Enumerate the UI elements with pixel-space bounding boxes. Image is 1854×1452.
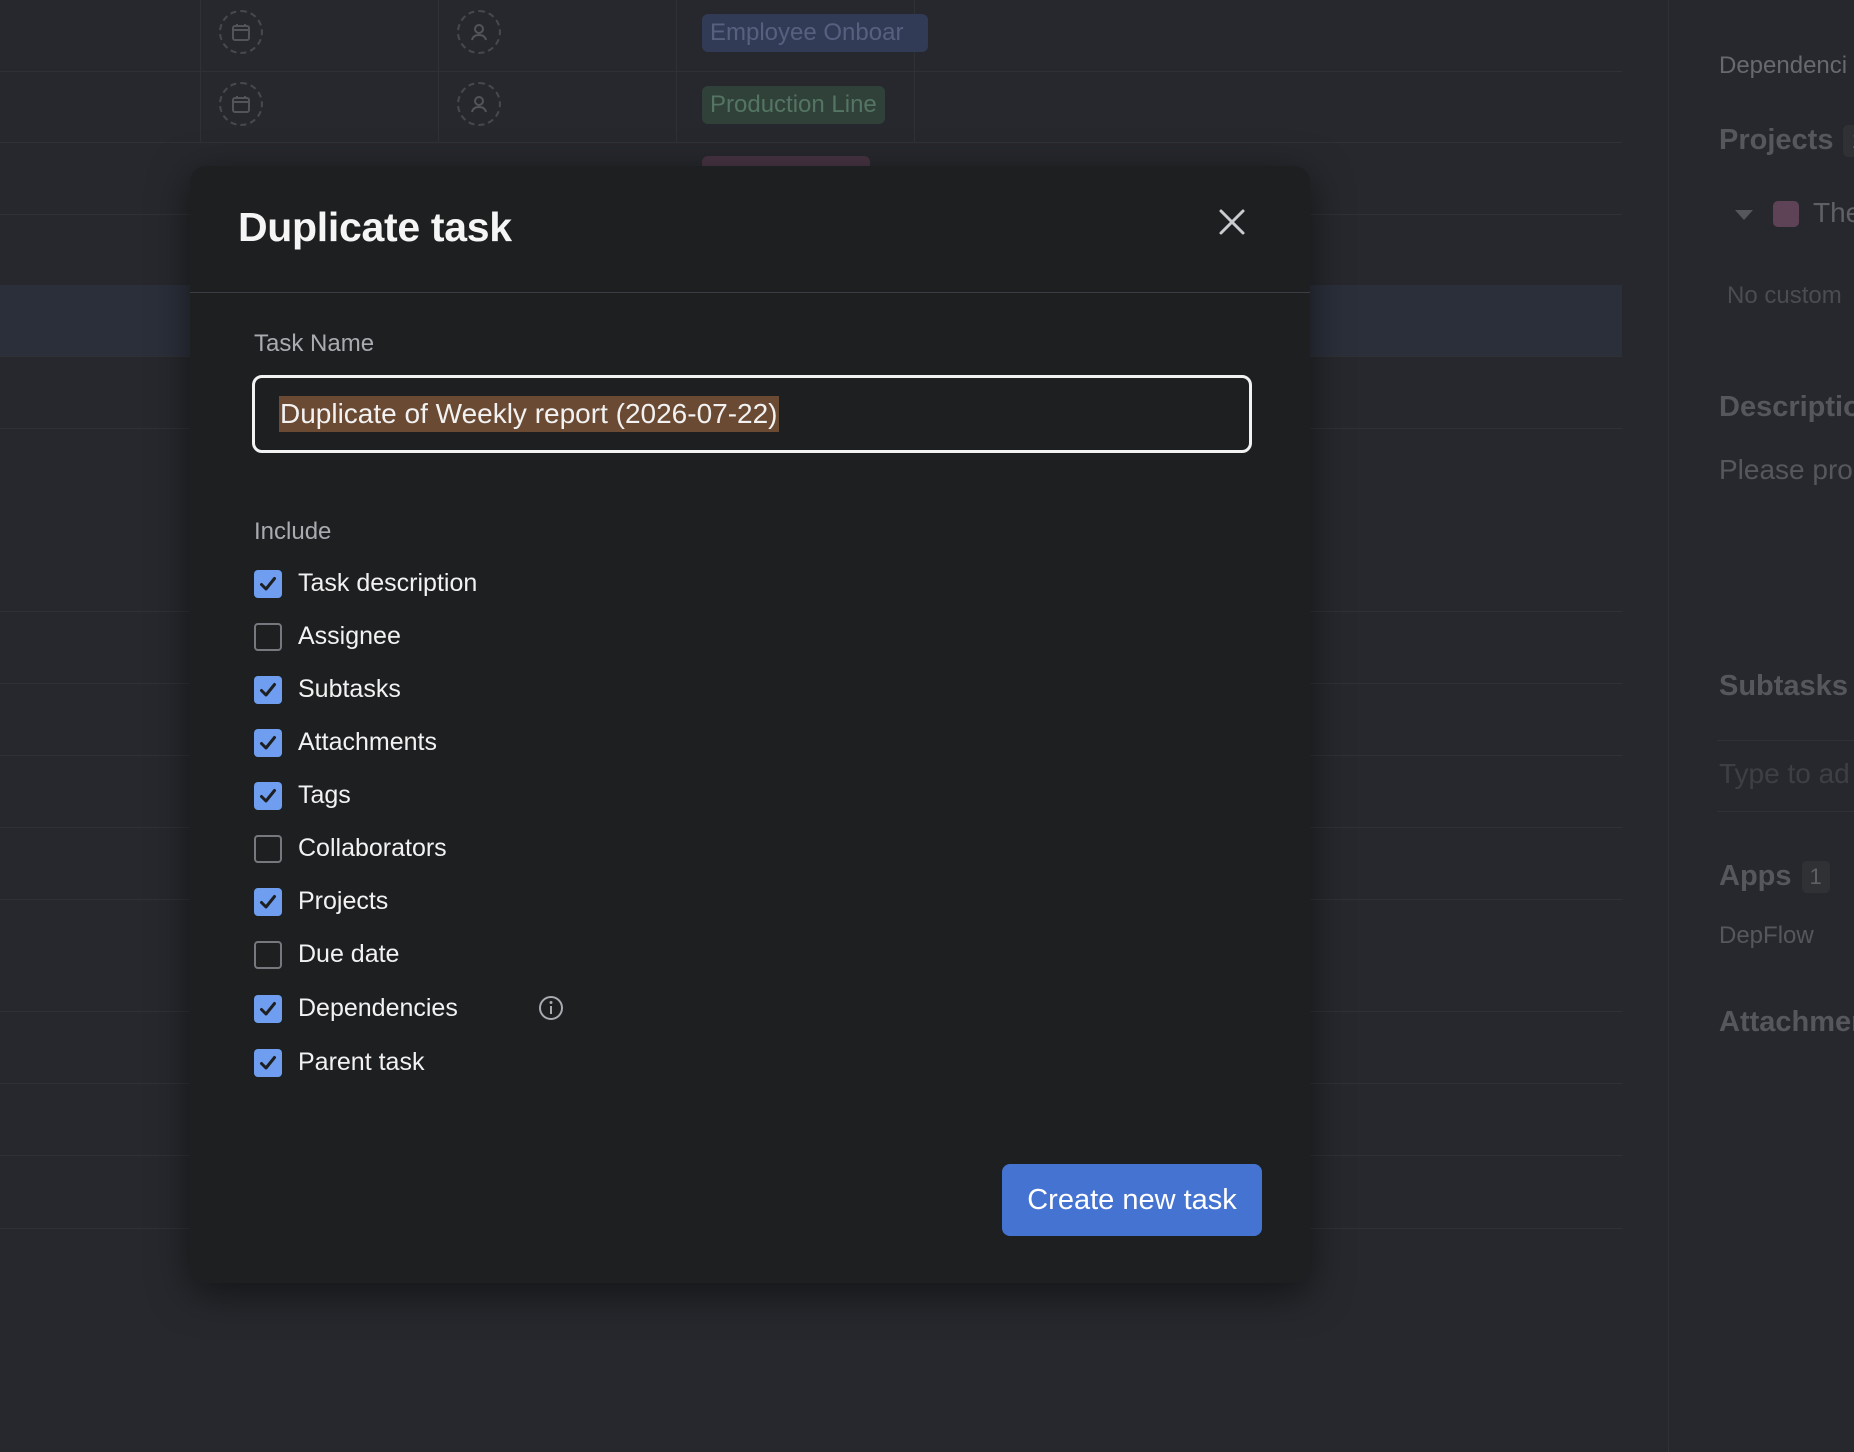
duplicate-task-dialog: Duplicate task Task Name Duplicate of We… <box>190 166 1310 1283</box>
option-label: Task description <box>298 569 478 597</box>
checkbox[interactable] <box>254 676 282 704</box>
option-label: Projects <box>298 887 389 915</box>
dialog-title: Duplicate task <box>238 204 512 250</box>
checkbox[interactable] <box>254 1049 282 1077</box>
create-new-task-button[interactable]: Create new task <box>1002 1164 1262 1236</box>
info-icon[interactable] <box>538 995 564 1021</box>
checkbox[interactable] <box>254 941 282 969</box>
option-label: Parent task <box>298 1048 425 1076</box>
checkbox[interactable] <box>254 888 282 916</box>
dialog-header: Duplicate task <box>190 166 1310 293</box>
checkmark-icon <box>260 577 276 591</box>
checkbox[interactable] <box>254 782 282 810</box>
checkmark-icon <box>260 1056 276 1070</box>
option-label: Due date <box>298 940 400 968</box>
task-name-value: Duplicate of Weekly report (2026-07-22) <box>279 396 779 432</box>
include-label: Include <box>254 518 332 545</box>
close-icon <box>1219 209 1245 235</box>
option-label: Tags <box>298 781 351 809</box>
option-label: Subtasks <box>298 675 401 703</box>
checkmark-icon <box>260 1002 276 1016</box>
task-name-input[interactable]: Duplicate of Weekly report (2026-07-22) <box>252 375 1252 453</box>
task-name-label: Task Name <box>254 330 375 357</box>
checkmark-icon <box>260 895 276 909</box>
checkbox[interactable] <box>254 835 282 863</box>
checkbox[interactable] <box>254 995 282 1023</box>
checkmark-icon <box>260 789 276 803</box>
checkmark-icon <box>260 736 276 750</box>
option-label: Assignee <box>298 622 401 650</box>
option-label: Dependencies <box>298 994 458 1022</box>
option-label: Collaborators <box>298 834 447 862</box>
checkbox[interactable] <box>254 623 282 651</box>
option-label: Attachments <box>298 728 437 756</box>
checkmark-icon <box>260 683 276 697</box>
close-button[interactable] <box>1210 200 1254 244</box>
checkbox[interactable] <box>254 729 282 757</box>
checkbox[interactable] <box>254 570 282 598</box>
